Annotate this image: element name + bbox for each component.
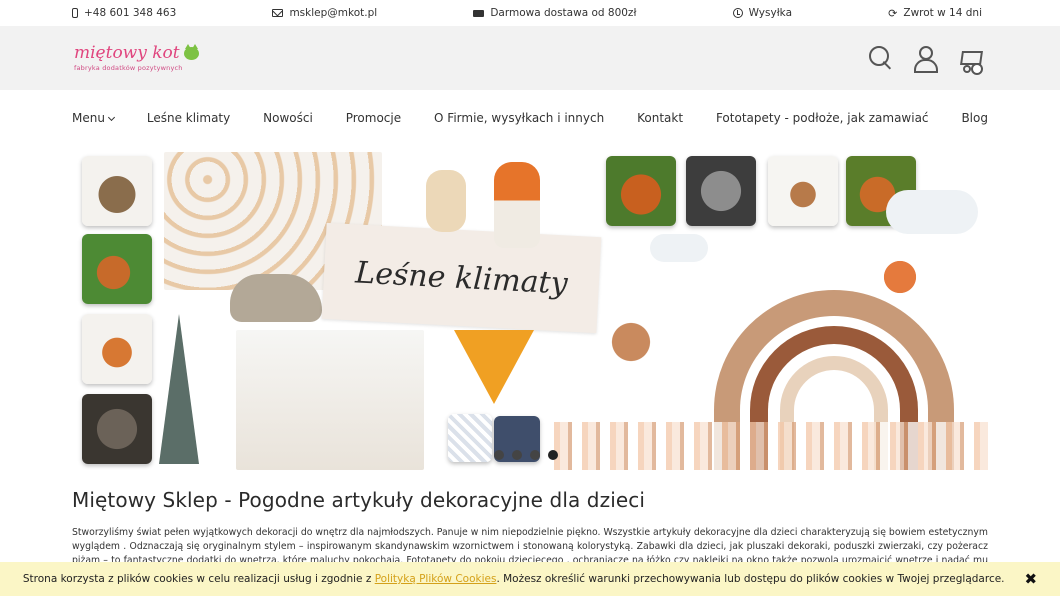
slider-dot-2[interactable] <box>512 450 522 460</box>
logo-name: miętowy kot <box>74 42 180 63</box>
fox-plush-toy-image <box>494 162 540 248</box>
refresh-icon: ⟳ <box>888 6 898 20</box>
nav-label-menu: Menu <box>72 111 105 125</box>
deer-plush-toy-image <box>426 170 466 232</box>
fox-face-pillow-image <box>606 156 676 226</box>
nav-item-kontakt[interactable]: Kontakt <box>637 111 683 125</box>
tree-sticker-image <box>159 314 199 464</box>
site-header: miętowy kot fabryka dodatków pozytywnych <box>0 26 1060 90</box>
email-contact[interactable]: msklep@mkot.pl <box>272 7 377 19</box>
slider-dot-4[interactable] <box>548 450 558 460</box>
nav-item-nowosci[interactable]: Nowości <box>263 111 313 125</box>
fox-pillow-image <box>82 314 152 384</box>
slider-dot-1[interactable] <box>494 450 504 460</box>
truck-icon <box>473 9 485 17</box>
cookie-text-before: Strona korzysta z plików cookies w celu … <box>22 573 372 585</box>
chevron-down-icon <box>107 113 115 122</box>
wolf-pillow-image <box>82 394 152 464</box>
flower-border-image <box>554 422 988 470</box>
cookie-text: Strona korzysta z plików cookies w celu … <box>23 573 1005 585</box>
free-shipping-info: Darmowa dostawa od 800zł <box>473 7 636 19</box>
cat-icon <box>183 43 199 60</box>
page-heading: Miętowy Sklep - Pogodne artykuły dekorac… <box>72 488 646 512</box>
logo-tagline: fabryka dodatków pozytywnych <box>74 63 183 72</box>
nav-item-blog[interactable]: Blog <box>961 111 988 125</box>
bear-sticker-image <box>230 274 322 322</box>
header-actions <box>868 45 982 73</box>
free-shipping-text: Darmowa dostawa od 800zł <box>490 7 637 19</box>
nav-item-lesne-klimaty[interactable]: Leśne klimaty <box>147 111 230 125</box>
mail-icon <box>272 9 284 17</box>
returns-text: Zwrot w 14 dni <box>903 7 982 19</box>
fox-pillow-shaped-image <box>454 330 534 404</box>
forest-mural-image <box>236 330 424 470</box>
slider-pagination <box>494 450 558 460</box>
cookie-policy-link[interactable]: Polityką Plików Cookies <box>375 573 497 585</box>
fox-sticker-image <box>874 247 926 307</box>
nav-item-o-firmie[interactable]: O Firmie, wysyłkach i innych <box>434 111 604 125</box>
returns-info: ⟳ Zwrot w 14 dni <box>888 7 982 19</box>
close-icon[interactable]: ✖ <box>1025 570 1038 588</box>
search-icon[interactable] <box>868 45 894 71</box>
delivery-text[interactable]: Wysyłka <box>749 7 792 19</box>
deer-pillow-image <box>768 156 838 226</box>
owl-pillow-image <box>686 156 756 226</box>
delivery-info[interactable]: Wysyłka <box>732 7 792 19</box>
hedgehog-pillow-image <box>82 156 152 226</box>
nav-item-menu[interactable]: Menu <box>72 111 115 125</box>
hero-banner-slider[interactable]: Leśne klimaty <box>74 152 988 470</box>
shopping-cart-icon[interactable] <box>956 45 982 73</box>
main-navigation: Menu Leśne klimaty Nowości Promocje O Fi… <box>0 90 1060 146</box>
cookie-text-after: . Możesz określić warunki przechowywania… <box>496 573 1005 585</box>
site-logo[interactable]: miętowy kot fabryka dodatków pozytywnych <box>74 42 199 72</box>
user-account-icon[interactable] <box>912 45 938 73</box>
slider-dot-3[interactable] <box>530 450 540 460</box>
phone-number[interactable]: +48 601 348 463 <box>84 7 176 19</box>
email-address[interactable]: msklep@mkot.pl <box>289 7 377 19</box>
patterned-pillow-image <box>448 414 492 462</box>
phone-contact[interactable]: +48 601 348 463 <box>72 7 176 19</box>
deer-rabbit-sticker-image <box>599 302 679 382</box>
squirrel-pillow-image <box>82 234 152 304</box>
banner-title: Leśne klimaty <box>321 222 602 334</box>
cloud-decoration <box>886 190 978 234</box>
cookie-consent-bar: Strona korzysta z plików cookies w celu … <box>0 562 1060 596</box>
nav-item-fototapety[interactable]: Fototapety - podłoże, jak zamawiać <box>716 111 929 125</box>
nav-item-promocje[interactable]: Promocje <box>346 111 401 125</box>
phone-icon <box>72 8 78 18</box>
clock-icon <box>732 8 743 18</box>
cloud-decoration <box>650 234 708 262</box>
top-info-bar: +48 601 348 463 msklep@mkot.pl Darmowa d… <box>0 0 1060 26</box>
